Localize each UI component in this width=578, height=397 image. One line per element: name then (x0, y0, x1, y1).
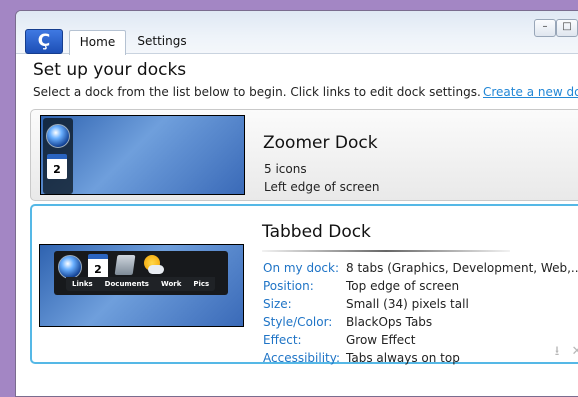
prop-value-effect: Grow Effect (346, 333, 416, 347)
dock-position: Left edge of screen (264, 180, 380, 194)
prop-value-accessibility: Tabs always on top (346, 351, 460, 365)
prop-label-accessibility[interactable]: Accessibility: (263, 351, 340, 365)
prop-label-position[interactable]: Position: (263, 279, 314, 293)
maximize-button[interactable]: □ (556, 19, 578, 37)
instructions-text: Select a dock from the list below to beg… (33, 85, 481, 99)
create-new-dock-link[interactable]: Create a new dock (483, 85, 578, 99)
tab-settings[interactable]: Settings (131, 30, 193, 53)
close-icon[interactable]: ✕ (570, 345, 578, 359)
prop-value-style-color: BlackOps Tabs (346, 315, 433, 329)
prop-label-effect[interactable]: Effect: (263, 333, 302, 347)
weather-cloud-icon (148, 265, 164, 274)
minimize-button[interactable]: – (534, 19, 556, 37)
page-title: Set up your docks (33, 60, 187, 80)
calendar-icon: 2 (47, 154, 67, 179)
prop-value-size: Small (34) pixels tall (346, 297, 469, 311)
documents-folder-icon (114, 255, 136, 275)
app-logo-icon[interactable]: Ç (25, 29, 63, 54)
dock-tab-label: Documents (104, 280, 149, 288)
prop-value-position: Top edge of screen (346, 279, 460, 293)
dock-name: Zoomer Dock (263, 133, 378, 153)
download-icon[interactable]: ⭳ (550, 345, 564, 359)
windows-orb-icon (58, 255, 82, 279)
dock-tab-strip: Links Documents Work Pics (66, 277, 216, 291)
calendar-icon: 2 (88, 254, 108, 279)
dock-card-zoomer[interactable]: 2 Zoomer Dock 5 icons Left edge of scree… (30, 109, 578, 201)
windows-orb-icon (46, 124, 70, 148)
dock-name: Tabbed Dock (262, 222, 371, 242)
dock-tab-label: Pics (193, 280, 210, 288)
prop-label-size[interactable]: Size: (263, 297, 292, 311)
dock-tab-label: Work (160, 280, 182, 288)
prop-value-on-my-dock: 8 tabs (Graphics, Development, Web,...) (346, 261, 578, 275)
prop-label-style-color[interactable]: Style/Color: (263, 315, 332, 329)
tab-home[interactable]: Home (69, 30, 126, 55)
title-bar: Ç Home Settings – □ (16, 11, 578, 55)
dock-card-tabbed[interactable]: 2 Links Documents Work Pics Tabbed Dock … (30, 204, 578, 365)
dock-preview-thumbnail: 2 (40, 115, 245, 195)
dock-icon-count: 5 icons (264, 162, 307, 176)
prop-label-on-my-dock[interactable]: On my dock: (263, 261, 339, 275)
dock-preview-thumbnail: 2 Links Documents Work Pics (39, 244, 244, 327)
dock-tab-label: Links (72, 280, 93, 288)
vertical-dock-preview: 2 (43, 118, 73, 194)
title-divider (262, 250, 510, 252)
dock-manager-window: Ç Home Settings – □ Set up your docks Se… (15, 10, 578, 397)
